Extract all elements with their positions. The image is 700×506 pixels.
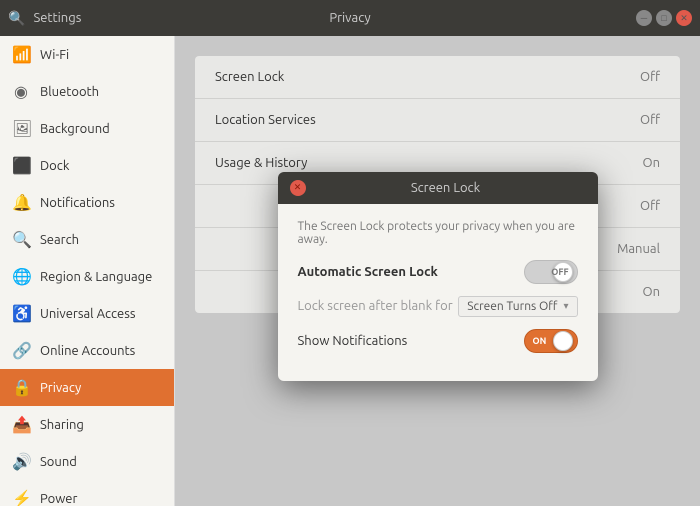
sidebar-item-bluetooth[interactable]: ◉ Bluetooth: [0, 73, 174, 110]
sidebar-item-region[interactable]: 🌐 Region & Language: [0, 258, 174, 295]
sidebar-item-label: Power: [40, 492, 162, 506]
sidebar-item-label: Universal Access: [40, 307, 162, 321]
sidebar-item-label: Bluetooth: [40, 85, 162, 99]
sidebar-item-online-accounts[interactable]: 🔗 Online Accounts: [0, 332, 174, 369]
close-button[interactable]: ✕: [676, 10, 692, 26]
search-icon: 🔍: [12, 230, 30, 249]
dialog-titlebar: ✕ Screen Lock: [278, 172, 598, 204]
section-title: Privacy: [329, 11, 370, 25]
sound-icon: 🔊: [12, 452, 30, 471]
sidebar-item-label: Privacy: [40, 381, 162, 395]
sidebar-item-sound[interactable]: 🔊 Sound: [0, 443, 174, 480]
auto-lock-toggle[interactable]: OFF: [524, 260, 578, 284]
privacy-icon: 🔒: [12, 378, 30, 397]
sidebar-item-search[interactable]: 🔍 Search: [0, 221, 174, 258]
wifi-icon: 📶: [12, 45, 30, 64]
sidebar-item-notifications[interactable]: 🔔 Notifications: [0, 184, 174, 221]
sidebar-item-label: Search: [40, 233, 162, 247]
lock-after-row: Lock screen after blank for Screen Turns…: [298, 296, 578, 317]
auto-lock-label: Automatic Screen Lock: [298, 265, 438, 279]
sidebar-item-background[interactable]: 🖼 Background: [0, 110, 174, 147]
dialog-body: The Screen Lock protects your privacy wh…: [278, 204, 598, 381]
modal-overlay: ✕ Screen Lock The Screen Lock protects y…: [175, 36, 700, 506]
sidebar-item-label: Dock: [40, 159, 162, 173]
bluetooth-icon: ◉: [12, 82, 30, 101]
sidebar-item-label: Background: [40, 122, 162, 136]
dock-icon: ⬛: [12, 156, 30, 175]
show-notifications-label: Show Notifications: [298, 334, 408, 348]
main-content: 📶 Wi-Fi ◉ Bluetooth 🖼 Background ⬛ Dock …: [0, 36, 700, 506]
online-accounts-icon: 🔗: [12, 341, 30, 360]
maximize-button[interactable]: □: [656, 10, 672, 26]
sidebar-item-sharing[interactable]: 📤 Sharing: [0, 406, 174, 443]
sidebar-item-universal-access[interactable]: ♿ Universal Access: [0, 295, 174, 332]
sidebar-item-label: Sharing: [40, 418, 162, 432]
region-icon: 🌐: [12, 267, 30, 286]
dialog-description: The Screen Lock protects your privacy wh…: [298, 220, 578, 246]
right-panel: Screen Lock Off Location Services Off Us…: [175, 36, 700, 506]
sidebar-item-label: Online Accounts: [40, 344, 162, 358]
sidebar-item-label: Sound: [40, 455, 162, 469]
sidebar-item-label: Notifications: [40, 196, 162, 210]
titlebar-search-icon[interactable]: 🔍: [8, 10, 25, 27]
show-notifications-row: Show Notifications ON: [298, 329, 578, 353]
lock-after-label: Lock screen after blank for: [298, 299, 453, 313]
toggle-off-text: OFF: [551, 267, 568, 277]
sidebar: 📶 Wi-Fi ◉ Bluetooth 🖼 Background ⬛ Dock …: [0, 36, 175, 506]
dropdown-value: Screen Turns Off: [467, 300, 557, 313]
sidebar-item-power[interactable]: ⚡ Power: [0, 480, 174, 506]
lock-after-dropdown[interactable]: Screen Turns Off ▾: [458, 296, 577, 317]
app-title: Settings: [33, 11, 81, 25]
sidebar-item-label: Wi-Fi: [40, 48, 162, 62]
notifications-toggle[interactable]: ON: [524, 329, 578, 353]
toggle-on-knob: [553, 331, 573, 351]
window-controls: ─ □ ✕: [636, 10, 692, 26]
sidebar-item-dock[interactable]: ⬛ Dock: [0, 147, 174, 184]
sidebar-item-label: Region & Language: [40, 270, 162, 284]
background-icon: 🖼: [12, 119, 30, 138]
dialog-close-button[interactable]: ✕: [290, 180, 306, 196]
notifications-icon: 🔔: [12, 193, 30, 212]
dropdown-arrow-icon: ▾: [563, 300, 568, 312]
title-bar: 🔍 Settings Privacy ─ □ ✕: [0, 0, 700, 36]
screen-lock-dialog: ✕ Screen Lock The Screen Lock protects y…: [278, 172, 598, 381]
sidebar-item-privacy[interactable]: 🔒 Privacy: [0, 369, 174, 406]
toggle-on-text: ON: [533, 336, 547, 346]
universal-access-icon: ♿: [12, 304, 30, 323]
title-bar-left: 🔍 Settings: [8, 10, 81, 27]
dialog-title: Screen Lock: [306, 181, 586, 195]
sidebar-item-wifi[interactable]: 📶 Wi-Fi: [0, 36, 174, 73]
minimize-button[interactable]: ─: [636, 10, 652, 26]
sharing-icon: 📤: [12, 415, 30, 434]
power-icon: ⚡: [12, 489, 30, 506]
auto-lock-row: Automatic Screen Lock OFF: [298, 260, 578, 284]
